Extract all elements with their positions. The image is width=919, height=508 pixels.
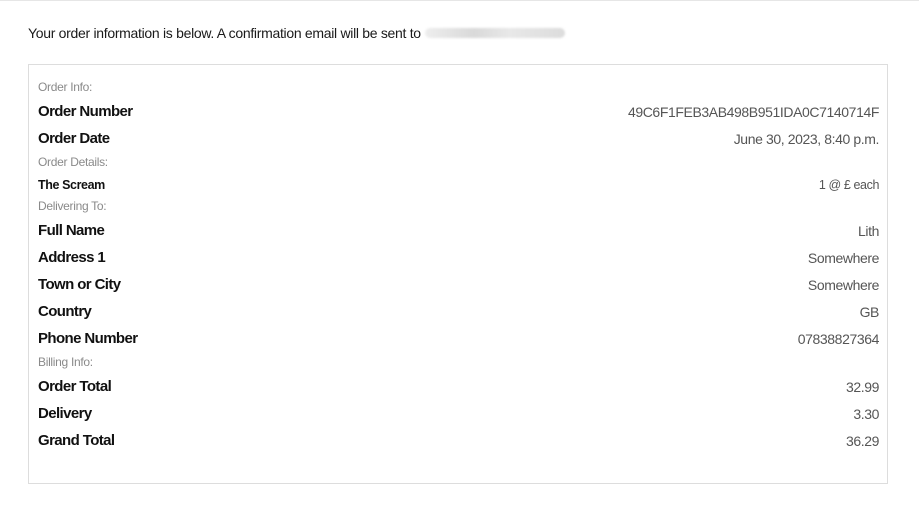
phone-value: 07838827364: [797, 330, 880, 347]
full-name-value: Lith: [858, 222, 879, 239]
intro-text: Your order information is below. A confi…: [28, 25, 421, 41]
country-value: GB: [859, 303, 880, 320]
order-info-heading: Order Info:: [38, 80, 93, 94]
order-number-label: Order Number: [38, 103, 133, 120]
town-row: Town or City Somewhere: [38, 271, 879, 298]
full-name-label: Full Name: [38, 222, 105, 239]
confirmation-intro: Your order information is below. A confi…: [28, 22, 565, 44]
order-number-row: Order Number 49C6F1FEB3AB498B951IDA0C714…: [38, 98, 879, 125]
delivering-to-heading: Delivering To:: [38, 199, 107, 213]
country-label: Country: [38, 303, 92, 320]
delivery-label: Delivery: [38, 405, 92, 422]
address1-label: Address 1: [38, 249, 106, 266]
order-date-row: Order Date June 30, 2023, 8:40 p.m.: [38, 125, 879, 152]
town-value: Somewhere: [807, 276, 880, 293]
top-divider: [0, 0, 919, 1]
order-details-heading: Order Details:: [38, 155, 108, 169]
order-summary-card: Order Info: Order Number 49C6F1FEB3AB498…: [28, 64, 888, 484]
order-item-qty: 1 @ £ each: [818, 177, 880, 192]
billing-info-heading: Billing Info:: [38, 355, 93, 369]
phone-label: Phone Number: [38, 330, 138, 347]
order-date-label: Order Date: [38, 130, 110, 147]
order-date-value: June 30, 2023, 8:40 p.m.: [733, 130, 880, 147]
grand-total-value: 36.29: [845, 432, 879, 449]
order-number-value: 49C6F1FEB3AB498B951IDA0C7140714F: [627, 103, 879, 120]
grand-total-row: Grand Total 36.29: [38, 427, 879, 454]
address1-value: Somewhere: [807, 249, 880, 266]
grand-total-label: Grand Total: [38, 432, 115, 449]
town-label: Town or City: [38, 276, 121, 293]
order-total-value: 32.99: [845, 378, 879, 395]
country-row: Country GB: [38, 298, 879, 325]
redacted-email: [424, 28, 565, 38]
address1-row: Address 1 Somewhere: [38, 244, 879, 271]
full-name-row: Full Name Lith: [38, 217, 879, 244]
phone-row: Phone Number 07838827364: [38, 325, 879, 352]
order-item-row: The Scream 1 @ £ each: [38, 173, 879, 196]
order-item-name: The Scream: [38, 177, 105, 192]
order-total-label: Order Total: [38, 378, 112, 395]
delivery-value: 3.30: [853, 405, 879, 422]
order-total-row: Order Total 32.99: [38, 373, 879, 400]
delivery-row: Delivery 3.30: [38, 400, 879, 427]
